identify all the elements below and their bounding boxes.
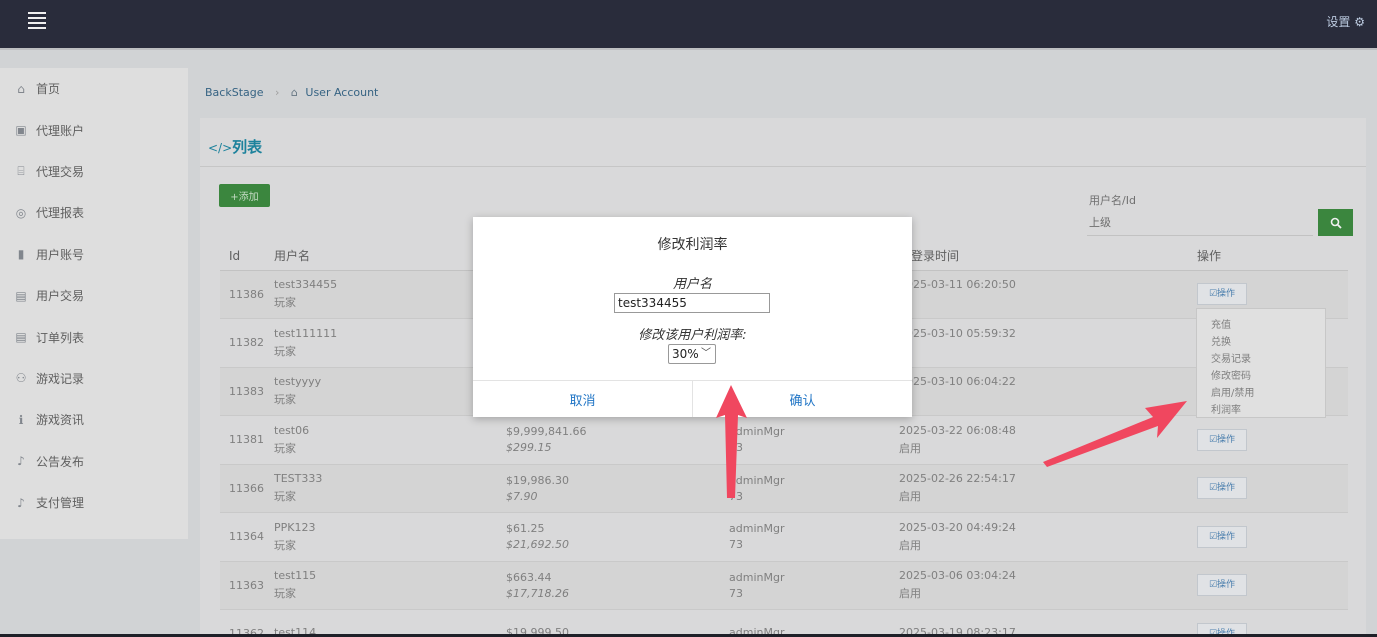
profit-rate-value: 30% [672, 347, 699, 361]
confirm-button[interactable]: 确认 [692, 381, 912, 417]
dialog-footer: 取消 确认 [473, 380, 912, 417]
dialog-title: 修改利润率 [657, 237, 728, 253]
username-field[interactable] [614, 293, 770, 313]
cancel-button[interactable]: 取消 [473, 381, 692, 417]
username-label: 用户名 [672, 277, 712, 292]
profit-rate-select[interactable]: 30% ﹀ [668, 344, 716, 364]
chevron-down-icon: ﹀ [701, 348, 711, 359]
profit-rate-label: 修改该用户利润率: [638, 328, 747, 343]
profit-rate-dialog: 修改利润率 用户名 修改该用户利润率: 30% ﹀ 取消 确认 [473, 217, 912, 417]
